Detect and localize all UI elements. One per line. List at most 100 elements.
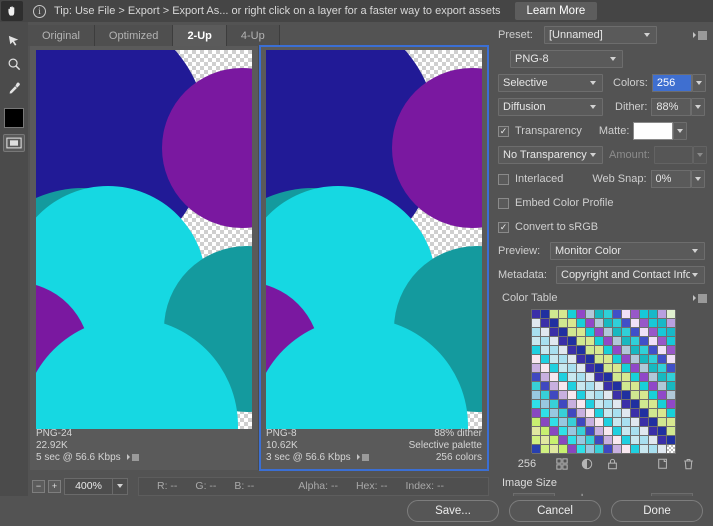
color-swatch[interactable]	[666, 328, 676, 337]
colors-dropdown-chevron-icon[interactable]	[691, 74, 706, 92]
color-swatch[interactable]	[639, 445, 649, 454]
color-swatch[interactable]	[531, 400, 541, 409]
color-swatch[interactable]	[648, 382, 658, 391]
color-swatch[interactable]	[549, 382, 559, 391]
color-swatch[interactable]	[621, 445, 631, 454]
color-reduction-algorithm-select[interactable]: Selective	[498, 74, 603, 92]
color-swatch[interactable]	[540, 319, 550, 328]
color-swatch[interactable]	[612, 328, 622, 337]
color-swatch[interactable]	[621, 391, 631, 400]
color-swatch[interactable]	[594, 418, 604, 427]
color-swatch[interactable]	[549, 409, 559, 418]
color-swatch[interactable]	[666, 418, 676, 427]
color-swatch[interactable]	[549, 355, 559, 364]
color-swatch[interactable]	[567, 418, 577, 427]
color-swatch[interactable]	[576, 346, 586, 355]
color-swatch[interactable]	[594, 445, 604, 454]
color-swatch[interactable]	[630, 391, 640, 400]
color-swatch[interactable]	[540, 328, 550, 337]
color-swatch[interactable]	[594, 427, 604, 436]
color-swatch[interactable]	[630, 418, 640, 427]
color-swatch[interactable]	[621, 382, 631, 391]
tab-4-up[interactable]: 4-Up	[226, 25, 280, 46]
preview-mode-select[interactable]: Monitor Color	[550, 242, 705, 260]
color-swatch[interactable]	[558, 337, 568, 346]
color-swatch[interactable]	[567, 391, 577, 400]
color-swatch[interactable]	[630, 427, 640, 436]
color-swatch[interactable]	[639, 346, 649, 355]
color-swatch[interactable]	[666, 319, 676, 328]
color-swatch[interactable]	[639, 328, 649, 337]
color-swatch[interactable]	[648, 373, 658, 382]
color-swatch[interactable]	[558, 391, 568, 400]
color-swatch[interactable]	[540, 427, 550, 436]
color-swatch[interactable]	[603, 382, 613, 391]
color-swatch[interactable]	[621, 427, 631, 436]
color-swatch[interactable]	[585, 364, 595, 373]
color-swatch[interactable]	[621, 409, 631, 418]
color-swatch[interactable]	[630, 364, 640, 373]
color-swatch[interactable]	[657, 382, 667, 391]
color-swatch[interactable]	[558, 409, 568, 418]
color-swatch[interactable]	[657, 346, 667, 355]
color-swatch[interactable]	[549, 337, 559, 346]
color-swatch[interactable]	[558, 364, 568, 373]
dither-dropdown-chevron-icon[interactable]	[691, 98, 706, 116]
color-swatch[interactable]	[567, 328, 577, 337]
color-swatch[interactable]	[603, 445, 613, 454]
color-swatch[interactable]	[576, 427, 586, 436]
color-swatch[interactable]	[594, 310, 604, 319]
color-swatch[interactable]	[540, 346, 550, 355]
color-swatch[interactable]	[657, 310, 667, 319]
color-swatch[interactable]	[639, 427, 649, 436]
color-swatch[interactable]	[603, 373, 613, 382]
color-swatch[interactable]	[540, 373, 550, 382]
color-swatch[interactable]	[576, 391, 586, 400]
color-swatch[interactable]	[576, 328, 586, 337]
zoom-tool[interactable]	[0, 52, 28, 76]
color-swatch[interactable]	[603, 427, 613, 436]
color-swatch[interactable]	[657, 364, 667, 373]
done-button[interactable]: Done	[611, 500, 703, 522]
color-swatch[interactable]	[540, 418, 550, 427]
color-swatch[interactable]	[594, 400, 604, 409]
color-swatch[interactable]	[630, 409, 640, 418]
color-swatch[interactable]	[531, 409, 541, 418]
color-swatch[interactable]	[630, 373, 640, 382]
color-swatch[interactable]	[621, 400, 631, 409]
color-swatch[interactable]	[558, 400, 568, 409]
color-swatch[interactable]	[594, 346, 604, 355]
color-swatch[interactable]	[603, 436, 613, 445]
color-swatch[interactable]	[567, 373, 577, 382]
color-swatch[interactable]	[585, 382, 595, 391]
color-swatch[interactable]	[531, 418, 541, 427]
color-swatch[interactable]	[648, 436, 658, 445]
color-swatch[interactable]	[657, 328, 667, 337]
toggle-slices-visibility-button[interactable]	[3, 134, 25, 152]
color-swatch[interactable]	[549, 445, 559, 454]
color-table-grid[interactable]	[530, 309, 676, 454]
matte-dropdown-chevron-icon[interactable]	[673, 122, 688, 140]
zoom-value[interactable]: 400%	[64, 477, 112, 495]
color-swatch[interactable]	[585, 337, 595, 346]
color-swatch[interactable]	[639, 418, 649, 427]
color-swatch[interactable]	[621, 310, 631, 319]
color-swatch[interactable]	[549, 418, 559, 427]
color-swatch[interactable]	[540, 409, 550, 418]
color-swatch[interactable]	[531, 328, 541, 337]
color-swatch[interactable]	[612, 436, 622, 445]
color-swatch[interactable]	[594, 382, 604, 391]
color-swatch[interactable]	[648, 337, 658, 346]
color-swatch[interactable]	[639, 337, 649, 346]
web-snap-dropdown-chevron-icon[interactable]	[690, 170, 705, 188]
color-swatch[interactable]	[558, 373, 568, 382]
web-shift-icon[interactable]	[554, 457, 571, 471]
color-swatch[interactable]	[666, 337, 676, 346]
color-swatch[interactable]	[567, 310, 577, 319]
color-swatch[interactable]	[666, 310, 676, 319]
color-swatch[interactable]	[603, 328, 613, 337]
color-swatch[interactable]	[630, 382, 640, 391]
color-swatch[interactable]	[531, 319, 541, 328]
preview-pane-original[interactable]: PNG-24 22.92K 5 sec @ 56.6 Kbps	[30, 46, 258, 470]
color-swatch[interactable]	[666, 436, 676, 445]
